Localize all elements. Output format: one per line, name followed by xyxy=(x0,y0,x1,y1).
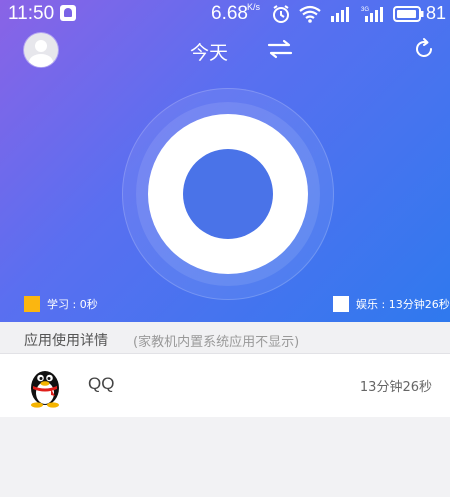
network-speed-unit: K/s xyxy=(247,2,261,12)
wifi-icon xyxy=(299,5,321,23)
signal-3g-icon: 3G xyxy=(361,7,383,22)
battery-level: 81 xyxy=(426,3,447,23)
svg-text:3G: 3G xyxy=(361,7,369,13)
section-note: (家教机内置系统应用不显示) xyxy=(133,335,300,350)
signal-icon xyxy=(331,7,349,22)
legend-study: 学习 : 0秒 xyxy=(24,296,98,312)
avatar[interactable] xyxy=(24,33,58,67)
battery-icon xyxy=(393,6,424,22)
status-bar: 11:50 6.68 K/s 3G 81 xyxy=(0,0,450,28)
alarm-icon xyxy=(273,5,289,23)
usage-header-panel: 11:50 6.68 K/s 3G 81 今天 学习: 0秒 娱乐: 13分… xyxy=(0,0,450,322)
qq-penguin-icon xyxy=(31,371,59,408)
page-title[interactable]: 今天 xyxy=(190,38,228,65)
legend-entertainment: 娱乐 : 13分钟26秒 xyxy=(333,296,450,312)
legend-study-label: 学习 : 0秒 xyxy=(47,298,98,311)
status-time: 11:50 xyxy=(8,3,55,24)
swap-icon[interactable] xyxy=(267,39,293,59)
list-item[interactable]: QQ 13分钟26秒 xyxy=(0,354,450,417)
app-name: QQ xyxy=(88,374,115,393)
legend-entertainment-swatch xyxy=(333,296,349,312)
ring-center xyxy=(183,149,273,239)
legend-entertainment-label: 娱乐 : 13分钟26秒 xyxy=(356,298,450,311)
legend-study-swatch xyxy=(24,296,40,312)
empty-area xyxy=(0,417,450,497)
refresh-icon[interactable] xyxy=(412,37,436,61)
section-title: 应用使用详情 xyxy=(24,333,108,349)
section-header: 应用使用详情 (家教机内置系统应用不显示) xyxy=(0,322,450,354)
notification-icon xyxy=(60,5,76,21)
usage-ring-chart xyxy=(122,88,334,300)
app-duration: 13分钟26秒 xyxy=(359,380,432,395)
network-speed: 6.68 xyxy=(211,3,248,24)
